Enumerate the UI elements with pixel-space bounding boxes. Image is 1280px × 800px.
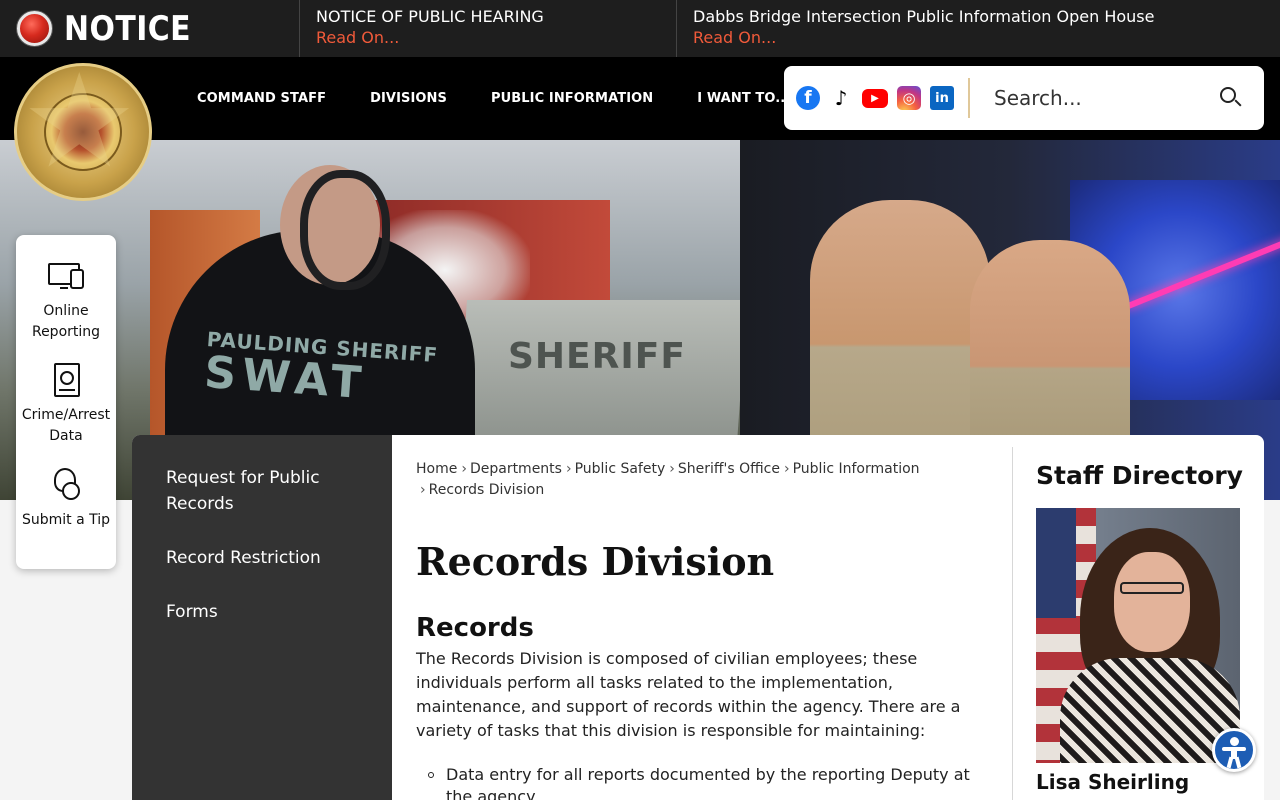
nav-command-staff[interactable]: COMMAND STAFF [197,91,326,106]
accessibility-icon[interactable] [1212,728,1256,772]
tip-icon [48,468,84,504]
breadcrumb-home[interactable]: Home [416,461,457,477]
staff-name: Lisa Sheirling [1036,770,1190,794]
body-paragraph: The Records Division is composed of civi… [416,649,961,740]
divider [968,78,970,118]
quick-link-label: Crime/Arrest Data [21,407,111,444]
read-on-link[interactable]: Read On... [693,27,1264,49]
content-card: Request for Public Records Record Restri… [132,435,1264,800]
staff-directory-title: Staff Directory [1036,461,1243,490]
bullet-icon [428,772,434,778]
quick-link-online-reporting[interactable]: Online Reporting [16,259,116,343]
section-title: Records [416,613,534,643]
sidenav-item-request-public-records[interactable]: Request for Public Records [166,465,366,517]
breadcrumb-current: Records Division [428,482,545,498]
page-title: Records Division [416,539,775,584]
notice-item-title: Dabbs Bridge Intersection Public Informa… [693,7,1155,26]
nav-i-want-to[interactable]: I WANT TO... [697,91,790,106]
alert-icon [17,11,52,46]
sheriff-badge-logo[interactable]: ★ [14,56,152,201]
nav-public-information[interactable]: PUBLIC INFORMATION [491,91,653,106]
quick-link-label: Online Reporting [31,303,101,340]
breadcrumb-sheriffs-office[interactable]: Sheriff's Office [678,461,780,477]
search-input[interactable] [994,86,1204,110]
notice-item-dabbs-bridge[interactable]: Dabbs Bridge Intersection Public Informa… [677,0,1280,57]
notice-item-public-hearing[interactable]: NOTICE OF PUBLIC HEARING Read On... [300,0,677,57]
quick-link-label: Submit a Tip [21,512,111,528]
task-list: Data entry for all reports documented by… [428,764,996,800]
youtube-icon[interactable]: ▶ [862,88,888,108]
breadcrumb-departments[interactable]: Departments [470,461,562,477]
breadcrumb-public-information[interactable]: Public Information [793,461,920,477]
list-item: Data entry for all reports documented by… [428,764,996,800]
main-nav: COMMAND STAFF DIVISIONS PUBLIC INFORMATI… [175,57,812,140]
quick-link-submit-tip[interactable]: Submit a Tip [16,468,116,531]
tiktok-icon[interactable]: ♪ [829,86,853,110]
quick-links-panel: Online Reporting Crime/Arrest Data Submi… [16,235,116,569]
breadcrumb: Home › Departments › Public Safety › Sheriff's… [416,461,920,498]
search-icon[interactable] [1218,85,1244,111]
facebook-icon[interactable]: f [796,86,820,110]
read-on-link[interactable]: Read On... [316,27,660,49]
instagram-icon[interactable]: ◎ [897,86,921,110]
notice-title: NOTICE [64,8,192,49]
document-icon [48,363,84,399]
staff-portrait [1036,508,1240,763]
sidenav-item-forms[interactable]: Forms [166,599,366,625]
quick-link-crime-arrest-data[interactable]: Crime/Arrest Data [16,363,116,447]
notice-item-title: NOTICE OF PUBLIC HEARING [316,7,544,26]
site-header: COMMAND STAFF DIVISIONS PUBLIC INFORMATI… [0,57,1280,140]
column-divider [1012,447,1013,800]
search-panel: f ♪ ▶ ◎ in [784,66,1264,130]
notice-bar: NOTICE NOTICE OF PUBLIC HEARING Read On.… [0,0,1280,57]
breadcrumb-public-safety[interactable]: Public Safety [575,461,666,477]
nav-divisions[interactable]: DIVISIONS [370,91,447,106]
linkedin-icon[interactable]: in [930,86,954,110]
vehicle-text: SHERIFF [508,336,686,377]
social-links: f ♪ ▶ ◎ in [784,86,954,110]
side-nav: Request for Public Records Record Restri… [132,435,392,800]
monitor-icon [48,259,84,295]
sidenav-item-record-restriction[interactable]: Record Restriction [166,545,366,571]
